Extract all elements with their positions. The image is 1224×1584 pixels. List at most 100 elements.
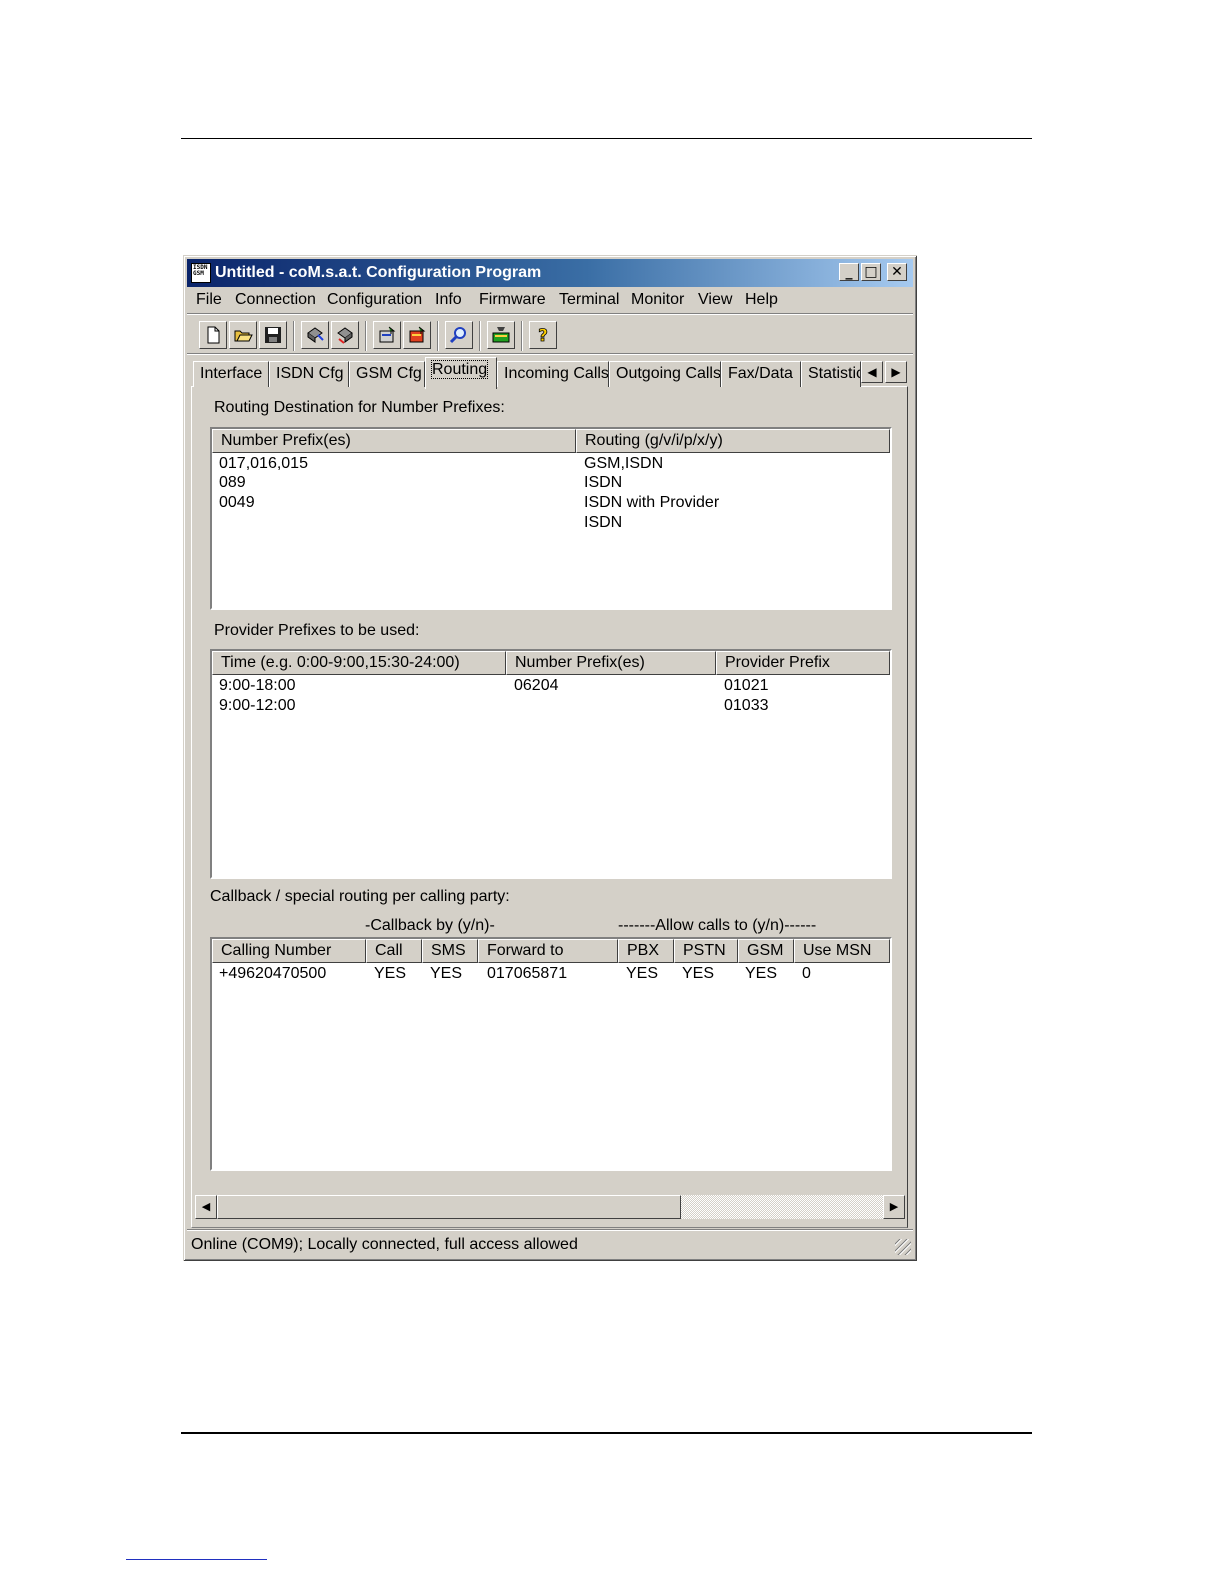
cell-time: 9:00-18:00: [219, 677, 296, 694]
window-title: Untitled - coM.s.a.t. Configuration Prog…: [215, 264, 542, 281]
column-header-calling-number[interactable]: Calling Number: [212, 939, 366, 963]
list-item[interactable]: 0049 ISDN with Provider: [212, 493, 890, 513]
terminal-icon[interactable]: [487, 321, 515, 349]
toolbar-separator: [479, 321, 481, 351]
cell-provider-prefix: 01033: [724, 697, 769, 714]
app-icon[interactable]: ISDN GSM: [191, 263, 211, 283]
tab-statistics[interactable]: Statistic:: [801, 361, 861, 387]
tab-incoming-calls[interactable]: Incoming Calls: [497, 361, 609, 387]
column-header-pstn[interactable]: PSTN: [674, 939, 738, 963]
cell-routing: ISDN: [584, 514, 623, 531]
list-item[interactable]: ISDN: [212, 513, 890, 533]
save-icon[interactable]: [259, 321, 287, 349]
download-icon[interactable]: [403, 321, 431, 349]
menu-file[interactable]: File: [196, 291, 222, 309]
cell-calling-number: +49620470500: [219, 965, 327, 982]
title-bar[interactable]: ISDN GSM Untitled - coM.s.a.t. Configura…: [187, 259, 913, 287]
column-header-number-prefix[interactable]: Number Prefix(es): [506, 651, 716, 675]
scrollbar-thumb[interactable]: [217, 1195, 681, 1219]
provider-list[interactable]: Time (e.g. 0:00-9:00,15:30-24:00) Number…: [210, 649, 892, 879]
tab-routing[interactable]: Routing: [425, 357, 497, 389]
column-header-provider-prefix[interactable]: Provider Prefix: [716, 651, 890, 675]
resize-grip-icon[interactable]: [895, 1239, 911, 1255]
menu-monitor[interactable]: Monitor: [631, 291, 684, 309]
horizontal-scrollbar[interactable]: ◀ ▶: [195, 1195, 905, 1219]
close-button[interactable]: ✕: [887, 263, 907, 281]
toolbar-separator: [521, 321, 523, 351]
provider-section-label: Provider Prefixes to be used:: [214, 622, 420, 639]
upload-icon[interactable]: [373, 321, 401, 349]
cell-pbx: YES: [626, 965, 659, 982]
column-header-call[interactable]: Call: [366, 939, 422, 963]
callback-section-label: Callback / special routing per calling p…: [210, 888, 510, 905]
menu-firmware[interactable]: Firmware: [479, 291, 546, 309]
cell-routing: GSM,ISDN: [584, 455, 664, 472]
cell-sms: YES: [430, 965, 463, 982]
minimize-button[interactable]: _: [839, 263, 859, 281]
scroll-left-icon[interactable]: ◀: [195, 1195, 217, 1219]
tab-fax-data[interactable]: Fax/Data: [721, 361, 801, 387]
list-item[interactable]: 089 ISDN: [212, 473, 890, 493]
search-icon[interactable]: [445, 321, 473, 349]
column-header-gsm[interactable]: GSM: [738, 939, 794, 963]
column-header-time[interactable]: Time (e.g. 0:00-9:00,15:30-24:00): [212, 651, 506, 675]
tab-outgoing-calls[interactable]: Outgoing Calls: [609, 361, 721, 387]
column-header-routing[interactable]: Routing (g/v/i/p/x/y): [576, 429, 890, 453]
cell-use-msn: 0: [802, 965, 811, 982]
menu-configuration[interactable]: Configuration: [327, 291, 422, 309]
menu-separator: [187, 313, 913, 315]
new-icon[interactable]: [199, 321, 227, 349]
scroll-right-icon[interactable]: ▶: [883, 1195, 905, 1219]
tab-interface[interactable]: Interface: [193, 361, 269, 387]
toolbar-separator-line: [187, 353, 913, 355]
allow-calls-group-label: -------Allow calls to (y/n)------: [618, 917, 817, 934]
menu-bar: File Connection Configuration Info Firmw…: [187, 288, 913, 312]
footnote-rule: [126, 1559, 267, 1560]
callback-list[interactable]: Calling Number Call SMS Forward to PBX P…: [210, 937, 892, 1171]
cell-call: YES: [374, 965, 407, 982]
callback-by-group-label: -Callback by (y/n)-: [365, 917, 495, 934]
column-header-forward-to[interactable]: Forward to: [478, 939, 618, 963]
help-icon[interactable]: ?: [529, 321, 557, 349]
cell-number-prefix: 089: [219, 474, 246, 491]
list-item[interactable]: 9:00-18:00 06204 01021: [212, 676, 890, 696]
page-top-rule: [181, 138, 1032, 139]
page-bottom-rule: [181, 1432, 1032, 1434]
cell-number-prefix: 0049: [219, 494, 255, 511]
read-config-icon[interactable]: [301, 321, 329, 349]
menu-terminal[interactable]: Terminal: [559, 291, 619, 309]
menu-view[interactable]: View: [698, 291, 732, 309]
cell-routing: ISDN with Provider: [584, 494, 720, 511]
cell-pstn: YES: [682, 965, 715, 982]
list-item[interactable]: 017,016,015 GSM,ISDN: [212, 454, 890, 474]
list-item[interactable]: 9:00-12:00 01033: [212, 696, 890, 716]
cell-routing: ISDN: [584, 474, 623, 491]
column-header-pbx[interactable]: PBX: [618, 939, 674, 963]
column-header-sms[interactable]: SMS: [422, 939, 478, 963]
maximize-button[interactable]: □: [861, 263, 881, 281]
menu-help[interactable]: Help: [745, 291, 778, 309]
write-config-icon[interactable]: [331, 321, 359, 349]
menu-info[interactable]: Info: [435, 291, 462, 309]
cell-number-prefix: 06204: [514, 677, 559, 694]
column-header-use-msn[interactable]: Use MSN: [794, 939, 890, 963]
tab-routing-label: Routing: [430, 360, 489, 379]
app-window: ISDN GSM Untitled - coM.s.a.t. Configura…: [183, 255, 917, 1261]
table-row[interactable]: +49620470500 YES YES 017065871 YES YES Y…: [212, 964, 890, 984]
cell-gsm: YES: [745, 965, 778, 982]
routing-section-label: Routing Destination for Number Prefixes:: [214, 399, 505, 416]
toolbar-separator: [365, 321, 367, 351]
cell-time: 9:00-12:00: [219, 697, 296, 714]
tab-scroll-right-icon[interactable]: ▶: [885, 361, 907, 383]
cell-number-prefix: 017,016,015: [219, 455, 308, 472]
tab-scroll-left-icon[interactable]: ◀: [861, 361, 883, 383]
column-header-number-prefix[interactable]: Number Prefix(es): [212, 429, 576, 453]
tab-isdn-cfg[interactable]: ISDN Cfg: [269, 361, 349, 387]
open-icon[interactable]: [229, 321, 257, 349]
routing-list[interactable]: Number Prefix(es) Routing (g/v/i/p/x/y) …: [210, 427, 892, 610]
menu-connection[interactable]: Connection: [235, 291, 316, 309]
tab-gsm-cfg[interactable]: GSM Cfg: [349, 361, 425, 387]
status-bar: Online (COM9); Locally connected, full a…: [187, 1233, 913, 1257]
status-text: Online (COM9); Locally connected, full a…: [191, 1236, 578, 1253]
toolbar: ?: [189, 317, 583, 353]
